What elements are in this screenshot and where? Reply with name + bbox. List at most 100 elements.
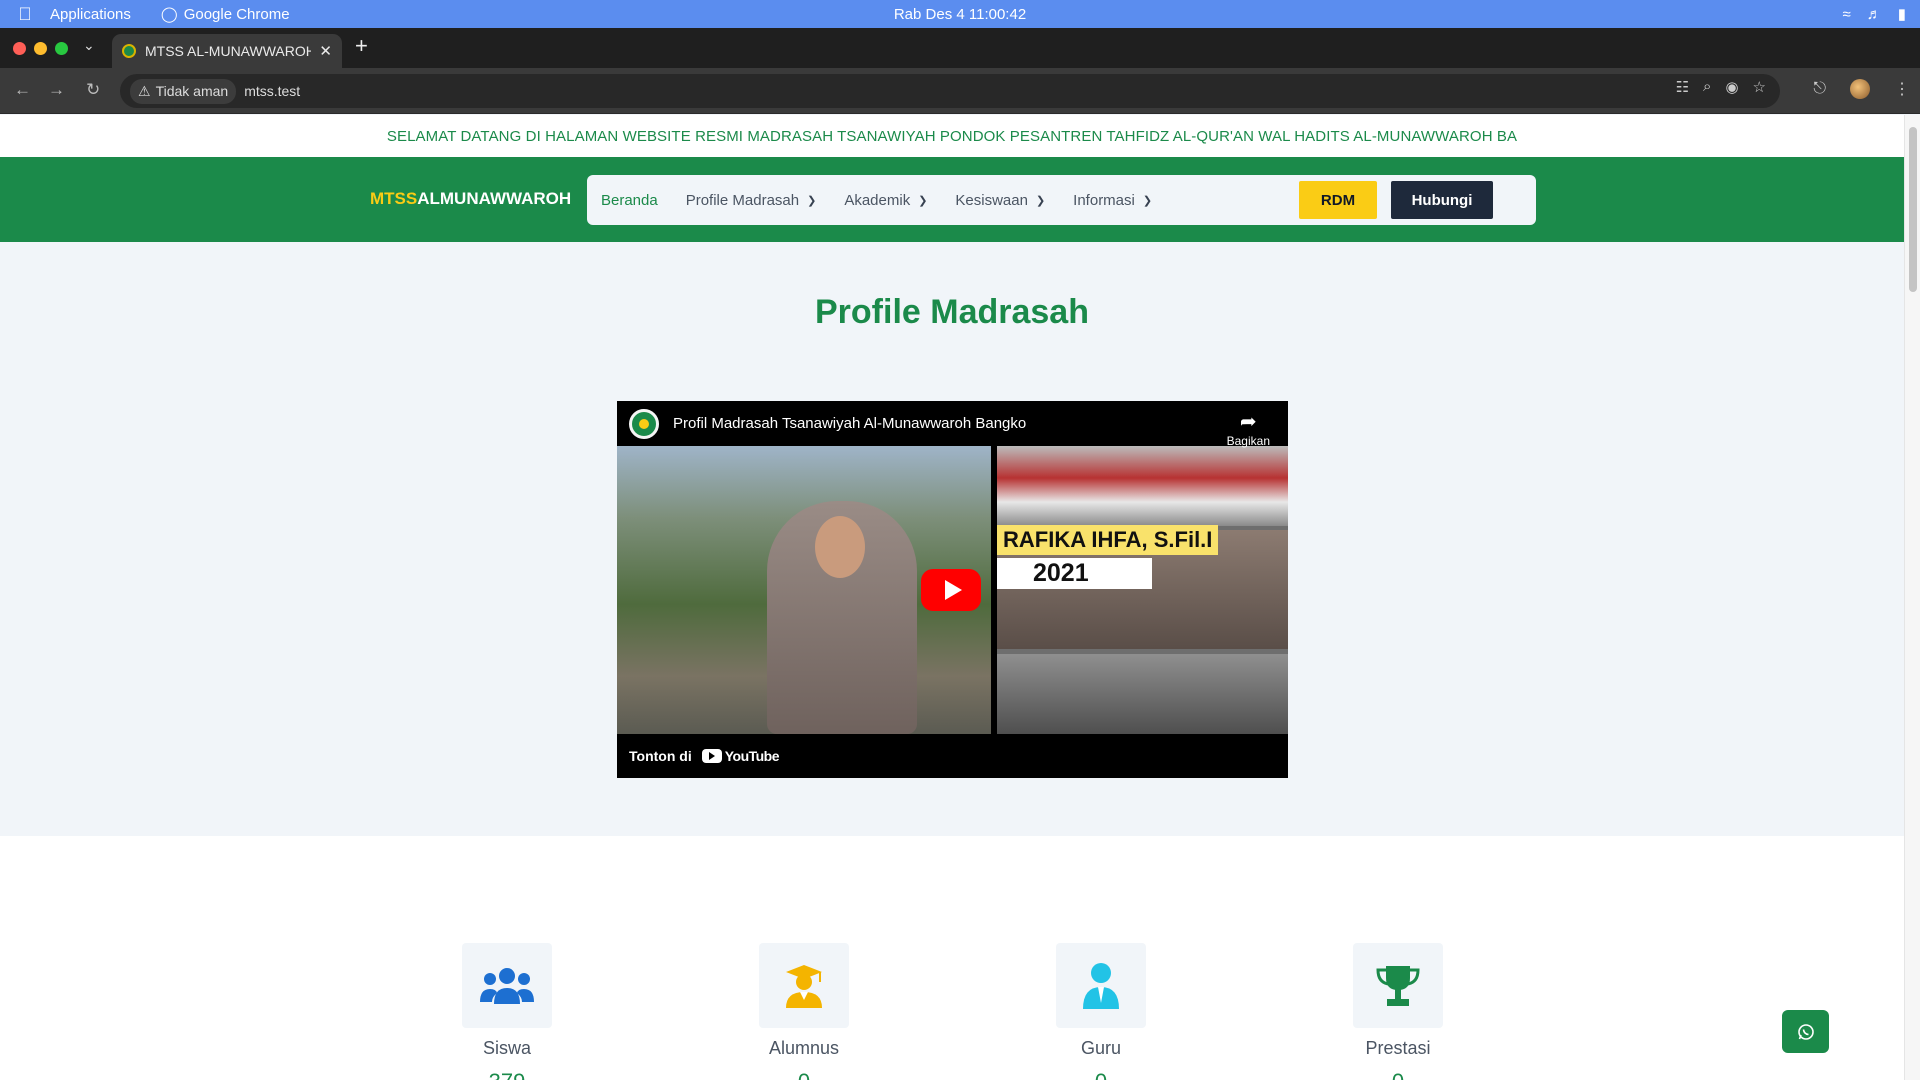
stat-label: Alumnus bbox=[768, 1038, 840, 1058]
bookmark-star-icon[interactable]: ☆ bbox=[1753, 78, 1766, 96]
rdm-button[interactable]: RDM bbox=[1299, 181, 1377, 219]
menubar-status-icons: ≈ ♬ ▮ bbox=[1843, 5, 1907, 24]
video-title-bar: Profil Madrasah Tsanawiyah Al-Munawwaroh… bbox=[617, 401, 1288, 446]
teacher-icon bbox=[1056, 943, 1146, 1028]
stats-section: Siswa 379 Alumnus 0 Guru 0 Prestasi 0 bbox=[0, 836, 1904, 1080]
nav-profile-madrasah-label: Profile Madrasah bbox=[685, 191, 800, 209]
video-frame-right bbox=[997, 446, 1288, 734]
share-arrow-icon: ➦ bbox=[1239, 411, 1257, 433]
warning-icon: ⚠ bbox=[138, 82, 151, 99]
play-button-icon[interactable] bbox=[921, 569, 981, 611]
site-header: MTSSALMUNAWWAROH Beranda Profile Madrasa… bbox=[0, 157, 1904, 242]
translate-icon[interactable]: ☷ bbox=[1676, 78, 1689, 96]
chrome-icon: ◯ bbox=[160, 6, 178, 23]
share-label: Bagikan bbox=[1226, 434, 1270, 448]
welcome-marquee: SELAMAT DATANG DI HALAMAN WEBSITE RESMI … bbox=[0, 115, 1904, 157]
video-face bbox=[815, 516, 865, 578]
whatsapp-button[interactable] bbox=[1782, 1010, 1829, 1053]
video-title[interactable]: Profil Madrasah Tsanawiyah Al-Munawwaroh… bbox=[673, 415, 1026, 432]
reload-icon[interactable]: ↻ bbox=[86, 80, 100, 100]
zoom-icon[interactable]: ⌕ bbox=[1703, 78, 1711, 96]
site-favicon-icon bbox=[122, 44, 136, 58]
browser-tab-active[interactable]: MTSS AL-MUNAWWAROH ✕ bbox=[112, 34, 342, 68]
new-tab-button[interactable]: + bbox=[355, 33, 368, 59]
watch-on-youtube[interactable]: Tonton di YouTube bbox=[617, 734, 792, 778]
nav-informasi[interactable]: Informasi ❯ bbox=[1073, 192, 1152, 209]
stat-siswa: Siswa 379 bbox=[452, 943, 562, 1080]
stat-value: 0 bbox=[749, 1069, 859, 1080]
back-arrow-icon[interactable]: ← bbox=[14, 80, 31, 100]
scrollbar-thumb[interactable] bbox=[1909, 127, 1917, 292]
more-menu-icon[interactable]: ⋮ bbox=[1894, 79, 1910, 99]
os-menubar:  Applications ◯ Google Chrome Rab Des 4… bbox=[0, 0, 1920, 28]
video-year-caption: 2021 bbox=[997, 558, 1152, 589]
video-flags bbox=[997, 446, 1288, 526]
share-button[interactable]: ➦ Bagikan bbox=[1227, 409, 1270, 448]
close-tab-icon[interactable]: ✕ bbox=[319, 42, 332, 60]
security-label: Tidak aman bbox=[155, 83, 229, 99]
menubar-applications-label: Applications bbox=[50, 5, 131, 23]
users-icon bbox=[462, 943, 552, 1028]
menubar-applications[interactable]: Applications bbox=[50, 6, 131, 23]
browser-toolbar: ← → ↻ ⚠ Tidak aman mtss.test ☷ ⌕ ◉ ☆ ⎋ ⋮ bbox=[0, 68, 1920, 114]
whatsapp-icon bbox=[1797, 1023, 1814, 1040]
stat-label: Siswa bbox=[482, 1038, 531, 1058]
stat-guru: Guru 0 bbox=[1046, 943, 1156, 1080]
main-nav: Beranda Profile Madrasah ❯ Akademik ❯ Kesi… bbox=[587, 175, 1536, 225]
security-indicator[interactable]: ⚠ Tidak aman bbox=[130, 78, 237, 104]
channel-logo[interactable] bbox=[629, 408, 659, 439]
stat-label: Prestasi bbox=[1365, 1038, 1431, 1058]
stat-value: 0 bbox=[1343, 1069, 1453, 1080]
nav-akademik[interactable]: Akademik ❯ bbox=[844, 192, 927, 209]
menubar-active-app-label: Google Chrome bbox=[183, 5, 290, 23]
minimize-window-button[interactable] bbox=[34, 42, 47, 55]
browser-tabstrip: ⌄ MTSS AL-MUNAWWAROH ✕ + bbox=[0, 28, 1920, 68]
close-window-button[interactable] bbox=[13, 42, 26, 55]
chevron-down-icon: ❯ bbox=[807, 194, 817, 207]
maximize-window-button[interactable] bbox=[55, 42, 68, 55]
nav-beranda-label: Beranda bbox=[601, 191, 658, 209]
brand-prefix: MTSS bbox=[370, 189, 418, 208]
apple-icon[interactable]:  bbox=[0, 4, 50, 25]
stat-prestasi: Prestasi 0 bbox=[1343, 943, 1453, 1080]
wifi-icon[interactable]: ≈ bbox=[1843, 6, 1851, 23]
forward-arrow-icon[interactable]: → bbox=[48, 80, 65, 100]
hubungi-button[interactable]: Hubungi bbox=[1391, 181, 1493, 219]
watch-on-label: Tonton di bbox=[629, 748, 692, 764]
extensions-icon[interactable]: ⎋ bbox=[1813, 80, 1826, 98]
nav-profile-madrasah[interactable]: Profile Madrasah ❯ bbox=[686, 192, 817, 209]
site-logo[interactable]: MTSSALMUNAWWAROH bbox=[370, 189, 571, 209]
chevron-down-icon: ❯ bbox=[1035, 194, 1046, 207]
nav-akademik-label: Akademik bbox=[844, 191, 911, 209]
window-controls bbox=[13, 42, 68, 55]
eye-off-icon[interactable]: ◉ bbox=[1725, 78, 1738, 96]
nav-informasi-label: Informasi bbox=[1073, 191, 1135, 209]
url-text[interactable]: mtss.test bbox=[244, 83, 300, 99]
tab-search-chevron-icon[interactable]: ⌄ bbox=[83, 37, 95, 54]
volume-icon[interactable]: ♬ bbox=[1867, 6, 1882, 23]
graduate-icon bbox=[759, 943, 849, 1028]
toolbar-right: ⎋ ⋮ bbox=[1813, 79, 1910, 99]
omnibox-actions: ☷ ⌕ ◉ ☆ bbox=[1676, 78, 1766, 96]
chevron-down-icon: ❯ bbox=[1142, 194, 1153, 207]
stat-label: Guru bbox=[1080, 1038, 1122, 1058]
section-title: Profile Madrasah bbox=[815, 293, 1089, 331]
chevron-down-icon: ❯ bbox=[918, 194, 928, 207]
battery-icon[interactable]: ▮ bbox=[1898, 5, 1906, 23]
youtube-logo-icon: YouTube bbox=[701, 748, 780, 764]
stat-value: 0 bbox=[1046, 1069, 1156, 1080]
page-scrollbar[interactable] bbox=[1904, 115, 1920, 1080]
nav-beranda[interactable]: Beranda bbox=[601, 192, 658, 209]
menubar-active-app[interactable]: ◯ Google Chrome bbox=[160, 5, 290, 24]
stat-alumnus: Alumnus 0 bbox=[749, 943, 859, 1080]
youtube-embed[interactable]: Profil Madrasah Tsanawiyah Al-Munawwaroh… bbox=[617, 401, 1288, 778]
trophy-icon bbox=[1353, 943, 1443, 1028]
stat-value: 379 bbox=[452, 1069, 562, 1080]
video-bottom-panel bbox=[997, 654, 1288, 734]
tab-title: MTSS AL-MUNAWWAROH bbox=[145, 43, 312, 59]
profile-avatar[interactable] bbox=[1850, 79, 1870, 99]
youtube-word: YouTube bbox=[724, 748, 780, 764]
brand-suffix: ALMUNAWWAROH bbox=[417, 189, 572, 208]
nav-kesiswaan[interactable]: Kesiswaan ❯ bbox=[955, 192, 1045, 209]
address-bar[interactable]: ⚠ Tidak aman mtss.test ☷ ⌕ ◉ ☆ bbox=[120, 74, 1780, 108]
